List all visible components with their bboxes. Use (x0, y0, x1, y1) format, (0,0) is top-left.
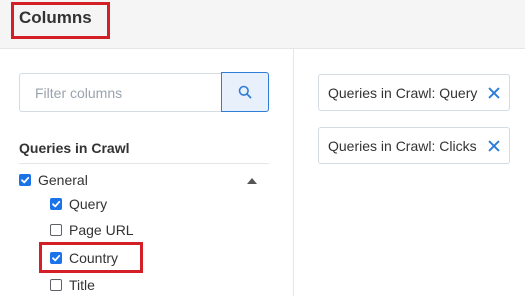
column-item-title[interactable]: Title (50, 277, 95, 293)
title-label: Title (69, 277, 95, 293)
panel-title: Columns (19, 8, 92, 27)
title-checkbox[interactable] (50, 279, 62, 291)
search-button[interactable] (221, 72, 269, 112)
group-divider (19, 163, 269, 164)
page-url-checkbox[interactable] (50, 224, 62, 236)
chevron-up-icon[interactable] (247, 178, 257, 184)
close-icon[interactable] (488, 140, 500, 152)
country-label: Country (69, 250, 119, 266)
selected-column-query: Queries in Crawl: Query (318, 74, 511, 111)
group-heading: Queries in Crawl (19, 140, 130, 156)
query-label: Query (69, 196, 108, 212)
selected-column-chip: Queries in Crawl: Clicks (318, 127, 510, 164)
page-url-label: Page URL (69, 222, 134, 238)
general-label: General (38, 172, 88, 188)
column-item-query[interactable]: Query (50, 196, 107, 212)
checkmark-icon (21, 176, 30, 184)
column-item-country[interactable]: Country (50, 250, 118, 266)
checkmark-icon (52, 200, 61, 208)
category-general[interactable]: General (19, 172, 88, 188)
filter-columns-input[interactable] (19, 73, 222, 112)
search-icon (238, 85, 252, 99)
checkmark-icon (52, 254, 61, 262)
column-item-page-url[interactable]: Page URL (50, 222, 134, 238)
query-checkbox[interactable] (50, 198, 62, 210)
country-checkbox[interactable] (50, 252, 62, 264)
selected-column-clicks: Queries in Crawl: Clicks (318, 127, 510, 164)
selected-column-label: Queries in Crawl: Clicks (328, 137, 477, 154)
close-icon[interactable] (488, 87, 500, 99)
panel-divider (293, 49, 294, 296)
general-checkbox[interactable] (19, 174, 31, 186)
selected-column-label: Queries in Crawl: Query (328, 84, 478, 101)
selected-column-chip: Queries in Crawl: Query (318, 74, 511, 111)
